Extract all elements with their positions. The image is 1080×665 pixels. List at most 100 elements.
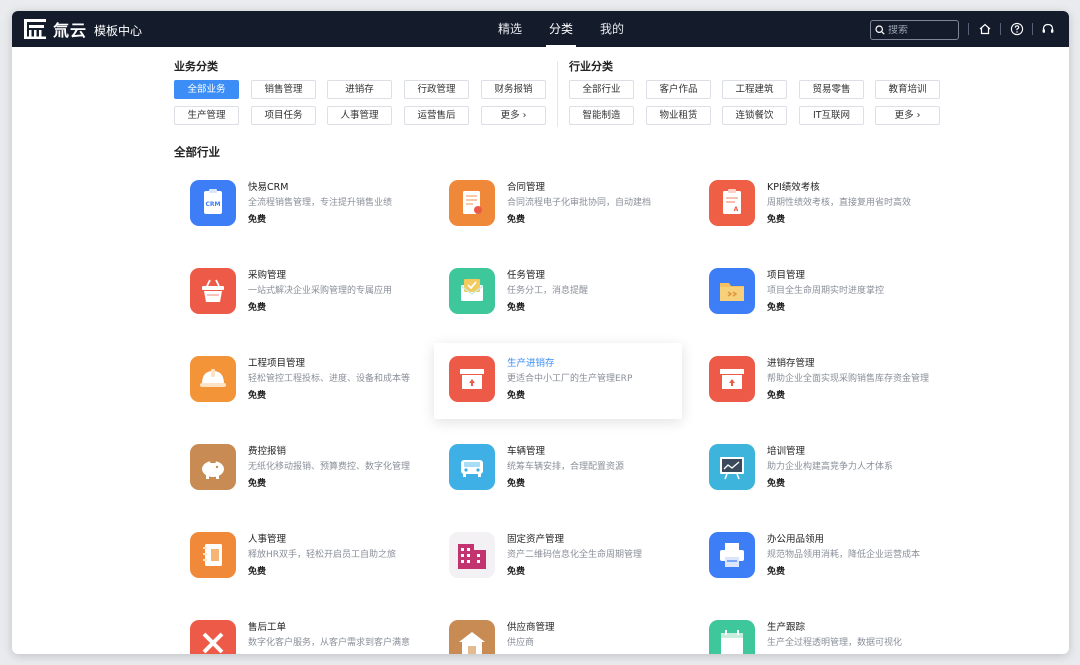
template-card[interactable]: 费控报销 无纸化移动报销、预算费控、数字化管理 免费 bbox=[177, 434, 425, 510]
headset-icon[interactable] bbox=[1040, 21, 1056, 37]
card-title: 车辆管理 bbox=[507, 446, 546, 457]
calendar-icon bbox=[709, 620, 755, 654]
chip-inventory[interactable]: 进销存 bbox=[327, 80, 392, 99]
template-card[interactable]: 供应商管理 供应商 bbox=[436, 610, 684, 654]
card-title: 生产跟踪 bbox=[767, 622, 806, 633]
chip-education[interactable]: 教育培训 bbox=[875, 80, 940, 99]
chip-manufacturing[interactable]: 智能制造 bbox=[569, 106, 634, 125]
template-card[interactable]: A KPI绩效考核 周期性绩效考核，直接复用省时高效 免费 bbox=[696, 170, 944, 246]
template-card[interactable]: 办公用品领用 规范物品领用消耗，降低企业运营成本 免费 bbox=[696, 522, 944, 598]
search-box[interactable] bbox=[870, 20, 959, 40]
toolbar-divider bbox=[1032, 23, 1033, 35]
home-icon[interactable] bbox=[977, 21, 993, 37]
card-price: 免费 bbox=[507, 567, 526, 577]
template-card[interactable]: 生产跟踪 生产全过程透明管理，数据可视化 bbox=[696, 610, 944, 654]
car-icon bbox=[449, 444, 495, 490]
card-desc: 全流程销售管理，专注提升销售业绩 bbox=[248, 198, 393, 208]
tools-icon bbox=[190, 620, 236, 654]
card-title: 售后工单 bbox=[248, 622, 287, 633]
card-price: 免费 bbox=[507, 303, 526, 313]
search-input[interactable] bbox=[888, 24, 954, 36]
card-title: 费控报销 bbox=[248, 446, 287, 457]
svg-text:CRM: CRM bbox=[206, 201, 221, 208]
logo[interactable]: 氚云 bbox=[23, 17, 87, 41]
card-desc: 供应商 bbox=[507, 638, 535, 648]
template-card[interactable]: CRM 快易CRM 全流程销售管理，专注提升销售业绩 免费 bbox=[177, 170, 425, 246]
card-desc: 资产二维码信息化全生命周期管理 bbox=[507, 550, 643, 560]
template-card[interactable]: 项目管理 项目全生命周期实时进度掌控 免费 bbox=[696, 258, 944, 334]
chip-it-internet[interactable]: IT互联网 bbox=[799, 106, 864, 125]
card-desc: 更适合中小工厂的生产管理ERP bbox=[507, 374, 633, 384]
template-card[interactable]: 采购管理 一站式解决企业采购管理的专属应用 免费 bbox=[177, 258, 425, 334]
chip-admin[interactable]: 行政管理 bbox=[404, 80, 469, 99]
card-title: 供应商管理 bbox=[507, 622, 555, 633]
building-icon bbox=[449, 532, 495, 578]
list-title: 全部行业 bbox=[174, 145, 220, 159]
box-icon bbox=[449, 356, 495, 402]
chip-property[interactable]: 物业租赁 bbox=[646, 106, 711, 125]
chip-all-industry[interactable]: 全部行业 bbox=[569, 80, 634, 99]
template-card[interactable]: 工程项目管理 轻松管控工程投标、进度、设备和成本等 免费 bbox=[177, 346, 425, 422]
card-price: 免费 bbox=[767, 215, 786, 225]
card-title: 培训管理 bbox=[767, 446, 806, 457]
chip-catering[interactable]: 连锁餐饮 bbox=[722, 106, 787, 125]
chip-all-business[interactable]: 全部业务 bbox=[174, 80, 239, 99]
template-card[interactable]: 人事管理 释放HR双手，轻松开启员工自助之旅 免费 bbox=[177, 522, 425, 598]
nav-categories[interactable]: 分类 bbox=[546, 11, 577, 47]
card-price: 免费 bbox=[507, 479, 526, 489]
nav-mine[interactable]: 我的 bbox=[600, 11, 624, 47]
crm-icon: CRM bbox=[190, 180, 236, 226]
chip-finance[interactable]: 财务报销 bbox=[481, 80, 546, 99]
card-title: 工程项目管理 bbox=[248, 358, 306, 369]
card-desc: 数字化客户服务，从客户需求到客户满意 bbox=[248, 638, 411, 648]
notebook-icon bbox=[190, 532, 236, 578]
template-card[interactable]: 培训管理 助力企业构建高竞争力人才体系 免费 bbox=[696, 434, 944, 510]
card-desc: 帮助企业全面实现采购销售库存资金管理 bbox=[767, 374, 930, 384]
chip-sales[interactable]: 销售管理 bbox=[251, 80, 316, 99]
chip-operations[interactable]: 运营售后 bbox=[404, 106, 469, 125]
template-card-hovered[interactable]: 生产进销存 更适合中小工厂的生产管理ERP 免费 bbox=[434, 343, 682, 419]
card-price: 免费 bbox=[507, 215, 526, 225]
card-desc: 任务分工，消息提醒 bbox=[507, 286, 589, 296]
card-desc: 规范物品领用消耗，降低企业运营成本 bbox=[767, 550, 921, 560]
template-card[interactable]: 合同管理 合同流程电子化审批协同，自动建档 免费 bbox=[436, 170, 684, 246]
card-desc: 助力企业构建高竞争力人才体系 bbox=[767, 462, 894, 472]
template-card[interactable]: 售后工单 数字化客户服务，从客户需求到客户满意 bbox=[177, 610, 425, 654]
help-icon[interactable] bbox=[1009, 21, 1025, 37]
card-desc: 周期性绩效考核，直接复用省时高效 bbox=[767, 198, 912, 208]
kpi-icon: A bbox=[709, 180, 755, 226]
category-divider bbox=[557, 61, 558, 127]
chip-more-industry[interactable]: 更多 › bbox=[875, 106, 940, 125]
card-title: 生产进销存 bbox=[507, 358, 555, 369]
card-desc: 项目全生命周期实时进度掌控 bbox=[767, 286, 885, 296]
card-price: 免费 bbox=[248, 215, 267, 225]
template-card[interactable]: 车辆管理 统筹车辆安排，合理配置资源 免费 bbox=[436, 434, 684, 510]
contract-icon bbox=[449, 180, 495, 226]
box-icon bbox=[709, 356, 755, 402]
chip-customer-works[interactable]: 客户作品 bbox=[646, 80, 711, 99]
chip-project-task[interactable]: 项目任务 bbox=[251, 106, 316, 125]
toolbar-divider bbox=[1000, 23, 1001, 35]
nav-featured[interactable]: 精选 bbox=[498, 11, 522, 47]
folder-icon bbox=[709, 268, 755, 314]
card-desc: 一站式解决企业采购管理的专属应用 bbox=[248, 286, 393, 296]
app-title: 模板中心 bbox=[94, 24, 143, 38]
chip-trade-retail[interactable]: 贸易零售 bbox=[799, 80, 864, 99]
card-price: 免费 bbox=[248, 303, 267, 313]
template-card[interactable]: 固定资产管理 资产二维码信息化全生命周期管理 免费 bbox=[436, 522, 684, 598]
template-card[interactable]: 任务管理 任务分工，消息提醒 免费 bbox=[436, 258, 684, 334]
chip-construction[interactable]: 工程建筑 bbox=[722, 80, 787, 99]
card-title: KPI绩效考核 bbox=[767, 182, 820, 193]
card-title: 办公用品领用 bbox=[767, 534, 825, 545]
card-price: 免费 bbox=[767, 479, 786, 489]
search-icon bbox=[875, 25, 885, 35]
chip-more-business[interactable]: 更多 › bbox=[481, 106, 546, 125]
chip-hr[interactable]: 人事管理 bbox=[327, 106, 392, 125]
brand-name: 氚云 bbox=[53, 21, 88, 40]
template-card[interactable]: 进销存管理 帮助企业全面实现采购销售库存资金管理 免费 bbox=[696, 346, 944, 422]
chip-production[interactable]: 生产管理 bbox=[174, 106, 239, 125]
logo-icon bbox=[24, 19, 46, 39]
top-bar: 氚云 模板中心 精选 分类 我的 bbox=[12, 11, 1069, 47]
presentation-icon bbox=[709, 444, 755, 490]
svg-text:A: A bbox=[734, 206, 739, 213]
